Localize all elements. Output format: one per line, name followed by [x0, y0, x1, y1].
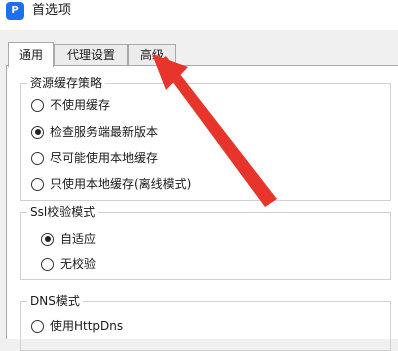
radio-unchecked-icon — [41, 257, 54, 271]
radio-label: 尽可能使用本地缓存 — [50, 151, 159, 165]
window-title: 首选项 — [32, 3, 72, 18]
cache-strategy-group: 资源缓存策略 不使用缓存 检查服务端最新版本 尽可能使用本地缓存 只使用本地缓存… — [20, 75, 391, 201]
radio-use-httpdns[interactable]: 使用HttpDns — [31, 317, 123, 335]
radio-label: 不使用缓存 — [50, 98, 111, 112]
ssl-verify-title: Ssl校验模式 — [27, 204, 99, 220]
radio-label: 检查服务端最新版本 — [50, 125, 159, 139]
radio-checked-icon — [31, 125, 44, 139]
tab-proxy-settings[interactable]: 代理设置 — [54, 44, 128, 65]
radio-offline-mode[interactable]: 只使用本地缓存(离线模式) — [31, 175, 191, 193]
radio-unchecked-icon — [31, 98, 44, 112]
ssl-verify-group: Ssl校验模式 自适应 无校验 — [20, 204, 391, 280]
tab-advanced[interactable]: 高级 — [128, 44, 176, 65]
radio-unchecked-icon — [31, 319, 44, 333]
cache-strategy-title: 资源缓存策略 — [27, 75, 106, 91]
tab-general[interactable]: 通用 — [8, 42, 54, 67]
radio-unchecked-icon — [31, 151, 44, 165]
radio-checked-icon — [41, 232, 54, 246]
radio-no-cache[interactable]: 不使用缓存 — [31, 96, 110, 114]
radio-adaptive[interactable]: 自适应 — [41, 230, 96, 248]
tab-panel-general: 资源缓存策略 不使用缓存 检查服务端最新版本 尽可能使用本地缓存 只使用本地缓存… — [6, 65, 398, 351]
title-bar: P 首选项 — [0, 0, 398, 30]
dns-mode-group: DNS模式 使用HttpDns — [20, 293, 391, 351]
radio-label: 无校验 — [60, 257, 97, 271]
radio-no-verify[interactable]: 无校验 — [41, 255, 96, 273]
radio-unchecked-icon — [31, 177, 44, 191]
radio-prefer-local-cache[interactable]: 尽可能使用本地缓存 — [31, 149, 158, 167]
dns-mode-title: DNS模式 — [27, 293, 83, 309]
app-logo-icon: P — [6, 2, 24, 20]
radio-check-server-latest[interactable]: 检查服务端最新版本 — [31, 123, 158, 141]
radio-label: 使用HttpDns — [50, 319, 124, 333]
radio-label: 只使用本地缓存(离线模式) — [50, 177, 192, 191]
radio-label: 自适应 — [60, 232, 97, 246]
tab-bar: 通用 代理设置 高级 — [0, 30, 398, 67]
